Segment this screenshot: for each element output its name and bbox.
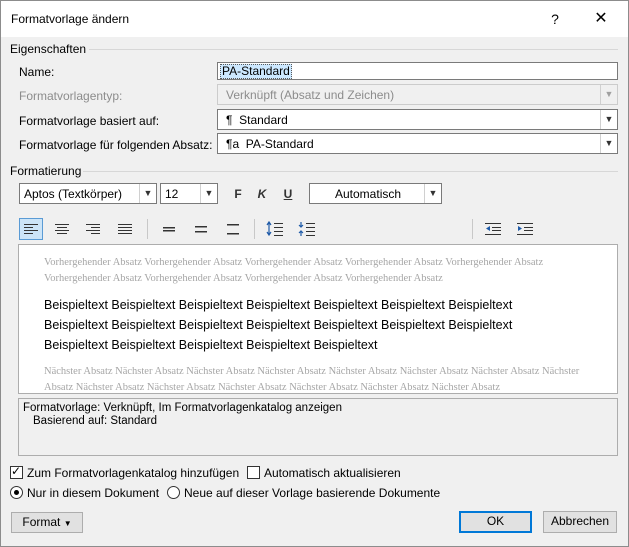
decrease-indent-button[interactable] [481, 218, 505, 240]
toolbar-divider [472, 219, 473, 239]
auto-update-label[interactable]: Automatisch aktualisieren [264, 466, 401, 480]
font-color-select[interactable]: Automatisch ▼ [309, 183, 442, 204]
align-left-icon [24, 224, 38, 234]
bold-button[interactable]: F [227, 185, 249, 203]
chevron-down-icon[interactable]: ▼ [139, 184, 156, 203]
font-size-select[interactable]: 12 ▼ [160, 183, 218, 204]
line-spacing-single-icon [163, 227, 175, 232]
underline-button[interactable]: U [277, 185, 299, 203]
style-description: Formatvorlage: Verknüpft, Im Formatvorla… [18, 398, 618, 456]
name-label: Name: [19, 65, 55, 79]
properties-section-label: Eigenschaften [10, 42, 87, 56]
preview-sample-line: Beispieltext Beispieltext Beispieltext B… [44, 338, 378, 352]
paragraph-mark-icon: ¶ [226, 113, 233, 127]
based-on-label: Formatvorlage basiert auf: [19, 114, 160, 128]
based-on-value-row: ¶ Standard [226, 113, 288, 127]
preview-sample-line: Beispieltext Beispieltext Beispieltext B… [44, 298, 513, 312]
line-spacing-double-icon [227, 224, 239, 235]
only-this-document-radio[interactable] [10, 486, 23, 499]
dropdown-arrow-icon: ▼ [63, 519, 72, 528]
increase-indent-button[interactable] [513, 218, 537, 240]
close-icon[interactable]: ✕ [586, 7, 616, 31]
name-input-value: PA-Standard [220, 64, 292, 79]
next-paragraph-select[interactable]: ¶a PA-Standard ▼ [217, 133, 618, 154]
linked-style-icon: ¶a [226, 137, 240, 151]
next-paragraph-value: PA-Standard [245, 137, 314, 151]
style-preview: Vorhergehender Absatz Vorhergehender Abs… [18, 244, 618, 394]
decrease-spacing-button[interactable] [295, 218, 319, 240]
only-this-document-label[interactable]: Nur in diesem Dokument [27, 486, 159, 500]
chevron-down-icon[interactable]: ▼ [600, 110, 617, 129]
chevron-down-icon: ▼ [600, 85, 617, 104]
preview-sample-line: Beispieltext Beispieltext Beispieltext B… [44, 318, 513, 332]
new-documents-radio[interactable] [167, 486, 180, 499]
format-menu-button[interactable]: Format ▼ [11, 512, 83, 533]
formatting-section-label: Formatierung [10, 164, 82, 178]
formatting-divider [83, 171, 618, 172]
add-to-gallery-label[interactable]: Zum Formatvorlagenkatalog hinzufügen [27, 466, 239, 480]
chevron-down-icon[interactable]: ▼ [600, 134, 617, 153]
font-size-value: 12 [165, 187, 179, 201]
modify-style-dialog: Formatvorlage ändern ? ✕ Eigenschaften N… [0, 0, 629, 547]
name-input[interactable]: PA-Standard [217, 62, 618, 80]
line-spacing-onehalf-icon [195, 226, 207, 233]
indent-decrease-icon [485, 223, 501, 235]
style-type-label: Formatvorlagentyp: [19, 89, 123, 103]
next-paragraph-value-row: ¶a PA-Standard [226, 137, 314, 151]
format-button-label: Format [22, 515, 61, 529]
based-on-select[interactable]: ¶ Standard ▼ [217, 109, 618, 130]
increase-spacing-button[interactable] [263, 218, 287, 240]
spacing-increase-icon [266, 220, 283, 237]
based-on-value: Standard [239, 113, 288, 127]
align-right-button[interactable] [81, 218, 105, 240]
ok-button[interactable]: OK [459, 511, 532, 533]
description-line: Basierend auf: Standard [33, 415, 158, 427]
toolbar-divider [254, 219, 255, 239]
indent-increase-icon [517, 223, 533, 235]
align-center-button[interactable] [50, 218, 74, 240]
help-button[interactable]: ? [540, 7, 570, 31]
cancel-button[interactable]: Abbrechen [543, 511, 617, 533]
align-center-icon [55, 224, 69, 234]
toolbar-divider [147, 219, 148, 239]
style-type-select: Verknüpft (Absatz und Zeichen) ▼ [217, 84, 618, 105]
one-half-spacing-button[interactable] [189, 218, 213, 240]
justify-button[interactable] [113, 218, 137, 240]
next-paragraph-label: Formatvorlage für folgenden Absatz: [19, 138, 213, 152]
chevron-down-icon[interactable]: ▼ [200, 184, 217, 203]
align-right-icon [86, 224, 100, 234]
auto-update-checkbox[interactable] [247, 466, 260, 479]
dialog-title: Formatvorlage ändern [11, 12, 130, 26]
preview-next-paragraph: Nächster Absatz Nächster Absatz Nächster… [44, 366, 580, 393]
preview-sample-text: Beispieltext Beispieltext Beispieltext B… [44, 295, 604, 355]
italic-button[interactable]: K [251, 185, 273, 203]
spacing-decrease-icon [298, 222, 315, 236]
single-spacing-button[interactable] [157, 218, 181, 240]
description-line: Formatvorlage: Verknüpft, Im Formatvorla… [23, 402, 342, 414]
add-to-gallery-checkbox[interactable] [10, 464, 23, 479]
align-left-button[interactable] [19, 218, 43, 240]
font-color-value: Automatisch [335, 187, 402, 201]
style-type-value: Verknüpft (Absatz und Zeichen) [226, 88, 395, 102]
justify-icon [118, 224, 132, 234]
chevron-down-icon[interactable]: ▼ [424, 184, 441, 203]
properties-divider [89, 49, 618, 50]
preview-previous-paragraph: Vorhergehender Absatz Vorhergehender Abs… [44, 257, 544, 284]
font-select[interactable]: Aptos (Textkörper) ▼ [19, 183, 157, 204]
title-bar: Formatvorlage ändern ? ✕ [1, 1, 628, 37]
new-documents-label[interactable]: Neue auf dieser Vorlage basierende Dokum… [184, 486, 440, 500]
double-spacing-button[interactable] [221, 218, 245, 240]
font-value: Aptos (Textkörper) [24, 187, 123, 201]
